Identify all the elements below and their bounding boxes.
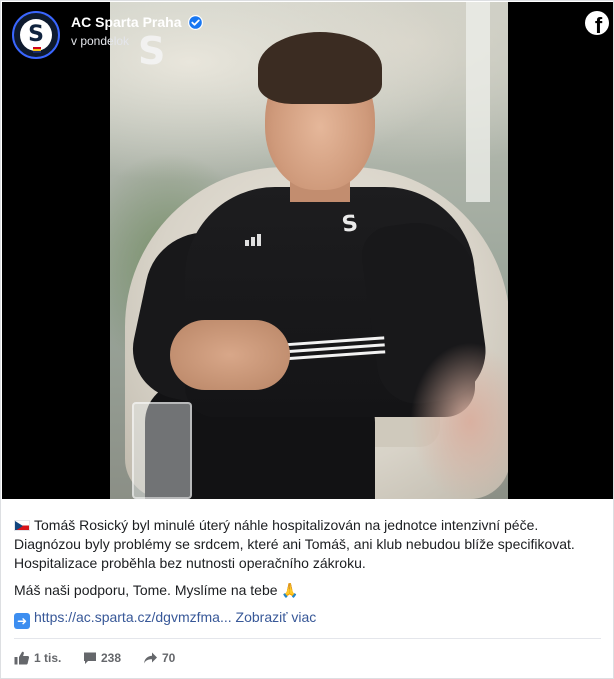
like-count[interactable]: 1 tis.	[14, 651, 61, 665]
post-text: Tomáš Rosický byl minulé úterý náhle hos…	[14, 516, 604, 637]
page-avatar[interactable]: S	[12, 11, 60, 59]
divider	[14, 638, 601, 639]
adidas-logo-icon	[245, 228, 263, 246]
post-paragraph-main: Tomáš Rosický byl minulé úterý náhle hos…	[14, 516, 604, 573]
comment-count-label: 238	[101, 651, 122, 665]
post-url-link[interactable]: https://ac.sparta.cz/dgvmzfma...	[34, 609, 232, 625]
post-timestamp-link[interactable]: v pondelok	[71, 34, 129, 48]
post-text-line-3: Hospitalizace proběhla bez nutnosti oper…	[14, 555, 366, 571]
share-count-label: 70	[162, 651, 176, 665]
post-paragraph-support: Máš naši podporu, Tome. Myslíme na tebe …	[14, 582, 299, 598]
sparta-chest-logo: S	[340, 211, 360, 238]
post-text-line-1: Tomáš Rosický byl minulé úterý náhle hos…	[34, 517, 539, 533]
verified-badge-icon	[188, 15, 203, 30]
share-icon	[144, 652, 157, 664]
glass-shape	[132, 402, 192, 499]
avatar-flag-icon	[33, 47, 41, 53]
like-count-label: 1 tis.	[34, 651, 62, 665]
arrow-right-icon: ➜	[14, 613, 30, 629]
facebook-post-embed: S S S AC Sparta Praha v pondelok f Tomáš…	[0, 0, 614, 679]
post-text-line-2: Diagnózou byly problémy se srdcem, které…	[14, 536, 575, 552]
post-paragraph-link: ➜ https://ac.sparta.cz/dgvmzfma... Zobraz…	[14, 608, 604, 629]
comment-count[interactable]: 238	[83, 651, 121, 665]
share-count[interactable]: 70	[143, 651, 175, 665]
czech-flag-icon	[14, 520, 30, 531]
see-more-link[interactable]: Zobraziť viac	[236, 609, 317, 625]
post-photo[interactable]: S S	[110, 2, 508, 499]
post-media[interactable]: S S S AC Sparta Praha v pondelok f	[2, 2, 613, 499]
sparta-watermark-logo: S	[138, 29, 166, 73]
comment-icon	[84, 652, 96, 664]
thumbs-up-icon	[14, 651, 30, 665]
facebook-icon[interactable]: f	[585, 11, 609, 35]
page-name-link[interactable]: AC Sparta Praha	[71, 14, 181, 30]
